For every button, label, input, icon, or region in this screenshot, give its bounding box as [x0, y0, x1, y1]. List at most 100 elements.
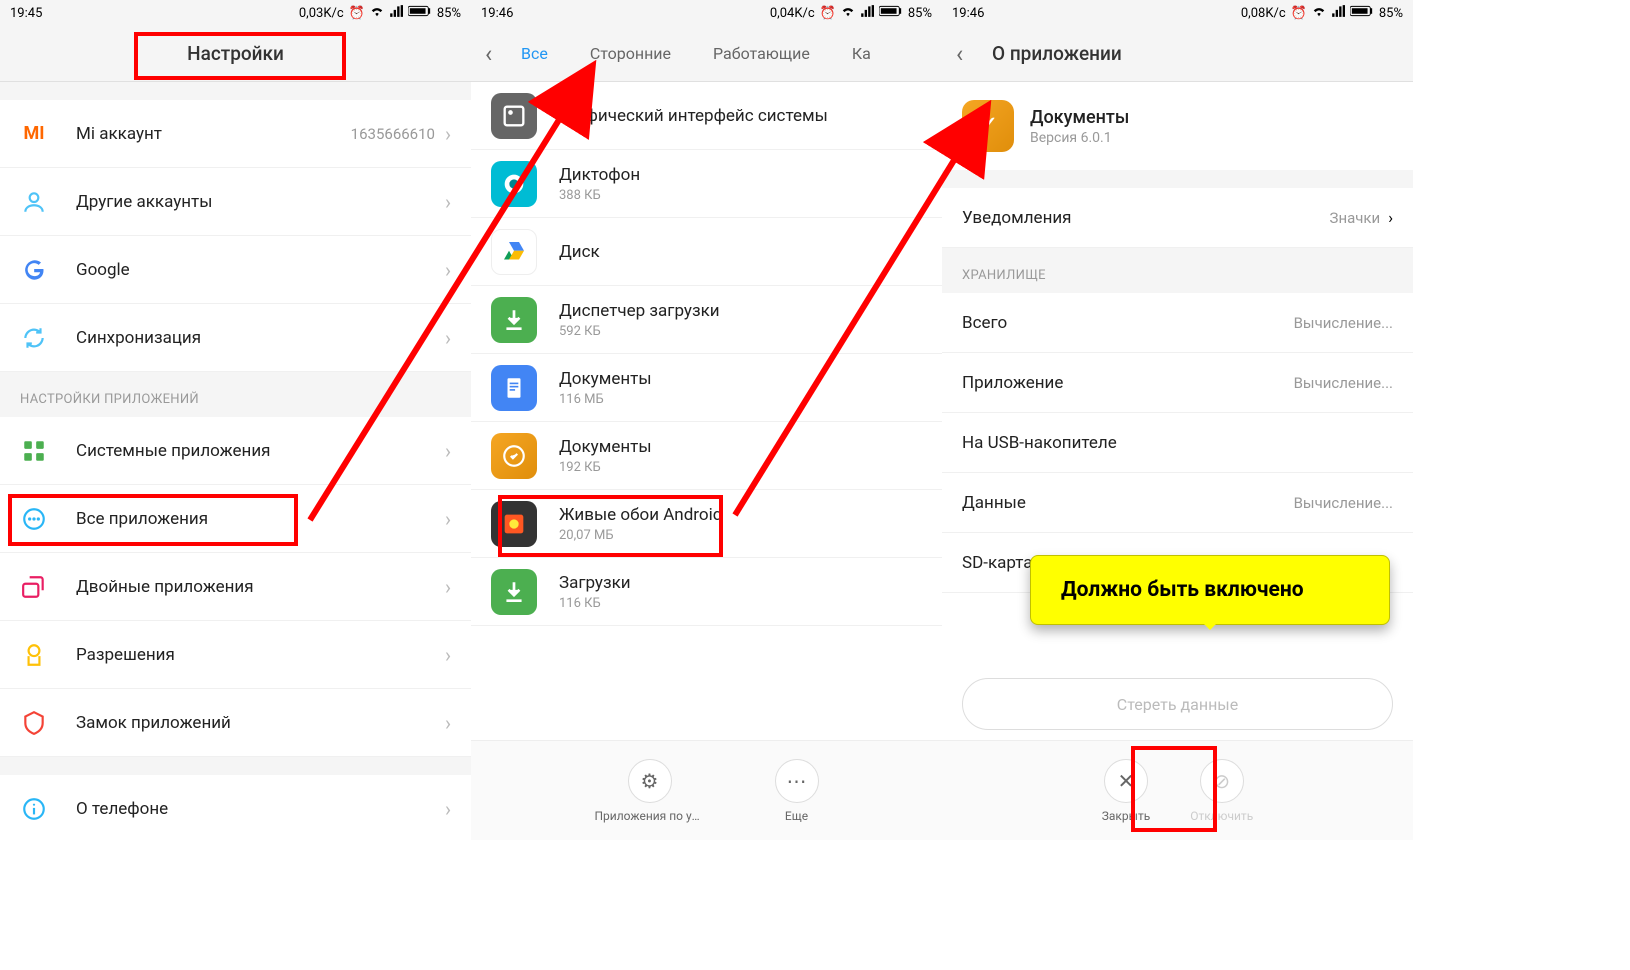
lock-icon — [20, 709, 48, 737]
row-dual-apps[interactable]: Двойные приложения › — [0, 553, 471, 621]
info-icon — [20, 795, 48, 823]
screen-settings: 19:45 0,03K/c ⏰ 85% Настройки MI Mi акка… — [0, 0, 471, 840]
row-usb: На USB-накопителе — [942, 413, 1413, 473]
permissions-icon — [20, 641, 48, 669]
page-title: О приложении — [992, 42, 1122, 65]
app-row[interactable]: Загрузки116 КБ — [471, 558, 942, 626]
callout: Должно быть включено — [1030, 555, 1390, 625]
chevron-right-icon: › — [445, 711, 451, 735]
app-row[interactable]: Диктофон388 КБ — [471, 150, 942, 218]
row-sync[interactable]: Синхронизация › — [0, 304, 471, 372]
signal-icon — [389, 4, 403, 22]
action-default-apps[interactable]: ⚙ Приложения по умо... — [595, 759, 705, 823]
app-row[interactable]: Живые обои Android20,07 МБ — [471, 490, 942, 558]
battery-icon — [408, 5, 432, 21]
app-row[interactable]: Графический интерфейс системы — [471, 82, 942, 150]
sync-icon — [20, 324, 48, 352]
row-total: ВсегоВычисление... — [942, 293, 1413, 353]
action-disable[interactable]: ⊘ Отключить — [1190, 759, 1253, 823]
chevron-right-icon: › — [445, 258, 451, 282]
chevron-right-icon: › — [445, 643, 451, 667]
battery-pct: 85% — [1379, 6, 1403, 21]
wifi-icon — [370, 4, 384, 22]
gear-icon: ⚙ — [628, 759, 672, 803]
livewallpaper-icon — [491, 501, 537, 547]
erase-button[interactable]: Стереть данные — [962, 678, 1393, 730]
app-row[interactable]: Диспетчер загрузки592 КБ — [471, 286, 942, 354]
alarm-icon: ⏰ — [1291, 6, 1307, 21]
app-name: Документы — [1030, 107, 1129, 128]
signal-icon — [1331, 4, 1345, 22]
app-row[interactable]: Диск — [471, 218, 942, 286]
page-title: Настройки — [187, 42, 284, 65]
row-permissions[interactable]: Разрешения › — [0, 621, 471, 689]
tab-more[interactable]: Ка — [852, 44, 871, 63]
download-mgr-icon — [491, 297, 537, 343]
section-header: ХРАНИЛИЩЕ — [942, 248, 1413, 293]
screen-all-apps: 19:46 0,04K/c ⏰ 85% ‹ Все Сторонние Рабо… — [471, 0, 942, 840]
user-icon — [20, 188, 48, 216]
battery-icon — [1350, 5, 1374, 21]
row-app-lock[interactable]: Замок приложений › — [0, 689, 471, 757]
action-close[interactable]: ✕ Закрыть — [1102, 759, 1150, 823]
documents-icon — [491, 433, 537, 479]
status-speed: 0,04K/c — [770, 6, 815, 21]
row-other-accounts[interactable]: Другие аккаунты › — [0, 168, 471, 236]
row-system-apps[interactable]: Системные приложения › — [0, 417, 471, 485]
chevron-right-icon: › — [1388, 208, 1393, 227]
battery-pct: 85% — [437, 6, 461, 21]
row-about-phone[interactable]: О телефоне › — [0, 775, 471, 840]
chevron-right-icon: › — [445, 439, 451, 463]
chevron-right-icon: › — [445, 190, 451, 214]
status-time: 19:46 — [481, 6, 513, 21]
chevron-right-icon: › — [445, 122, 451, 146]
status-bar: 19:45 0,03K/c ⏰ 85% — [0, 0, 471, 26]
dots-icon — [20, 505, 48, 533]
tab-third-party[interactable]: Сторонние — [590, 44, 671, 63]
chevron-right-icon: › — [445, 575, 451, 599]
app-version: Версия 6.0.1 — [1030, 130, 1129, 146]
mi-icon: MI — [20, 120, 48, 148]
app-row-documents-2[interactable]: Документы192 КБ — [471, 422, 942, 490]
back-button[interactable]: ‹ — [956, 40, 963, 68]
bottom-actions: ✕ Закрыть ⊘ Отключить — [942, 740, 1413, 840]
status-bar: 19:46 0,04K/c ⏰ 85% — [471, 0, 942, 26]
tab-running[interactable]: Работающие — [713, 44, 810, 63]
battery-icon — [879, 5, 903, 21]
sysui-icon — [491, 93, 537, 139]
app-card: ✓ Документы Версия 6.0.1 — [942, 82, 1413, 170]
back-button[interactable]: ‹ — [485, 40, 492, 68]
alarm-icon: ⏰ — [349, 6, 365, 21]
header: Настройки — [0, 26, 471, 82]
row-google[interactable]: Google › — [0, 236, 471, 304]
status-speed: 0,08K/c — [1241, 6, 1286, 21]
chevron-right-icon: › — [445, 797, 451, 821]
tabs: ‹ Все Сторонние Работающие Ка — [471, 26, 942, 82]
chevron-right-icon: › — [445, 326, 451, 350]
header: ‹ О приложении — [942, 26, 1413, 82]
tab-all[interactable]: Все — [521, 44, 548, 63]
drive-icon — [491, 229, 537, 275]
battery-pct: 85% — [908, 6, 932, 21]
row-mi-account[interactable]: MI Mi аккаунт 1635666610 › — [0, 100, 471, 168]
wifi-icon — [841, 4, 855, 22]
app-row[interactable]: Документы116 МБ — [471, 354, 942, 422]
grid-icon — [20, 437, 48, 465]
row-data: ДанныеВычисление... — [942, 473, 1413, 533]
row-all-apps[interactable]: Все приложения › — [0, 485, 471, 553]
status-speed: 0,03K/c — [299, 6, 344, 21]
more-icon: ⋯ — [775, 759, 819, 803]
chevron-right-icon: › — [445, 507, 451, 531]
action-more[interactable]: ⋯ Еще — [775, 759, 819, 823]
row-notifications[interactable]: Уведомления Значки › — [942, 188, 1413, 248]
docs-icon — [491, 365, 537, 411]
row-app-size: ПриложениеВычисление... — [942, 353, 1413, 413]
section-header: НАСТРОЙКИ ПРИЛОЖЕНИЙ — [0, 372, 471, 417]
alarm-icon: ⏰ — [820, 6, 836, 21]
signal-icon — [860, 4, 874, 22]
screen-app-info: 19:46 0,08K/c ⏰ 85% ‹ О приложении ✓ Док… — [942, 0, 1413, 840]
bottom-actions: ⚙ Приложения по умо... ⋯ Еще — [471, 740, 942, 840]
downloads-icon — [491, 569, 537, 615]
status-time: 19:45 — [10, 6, 42, 21]
wifi-icon — [1312, 4, 1326, 22]
